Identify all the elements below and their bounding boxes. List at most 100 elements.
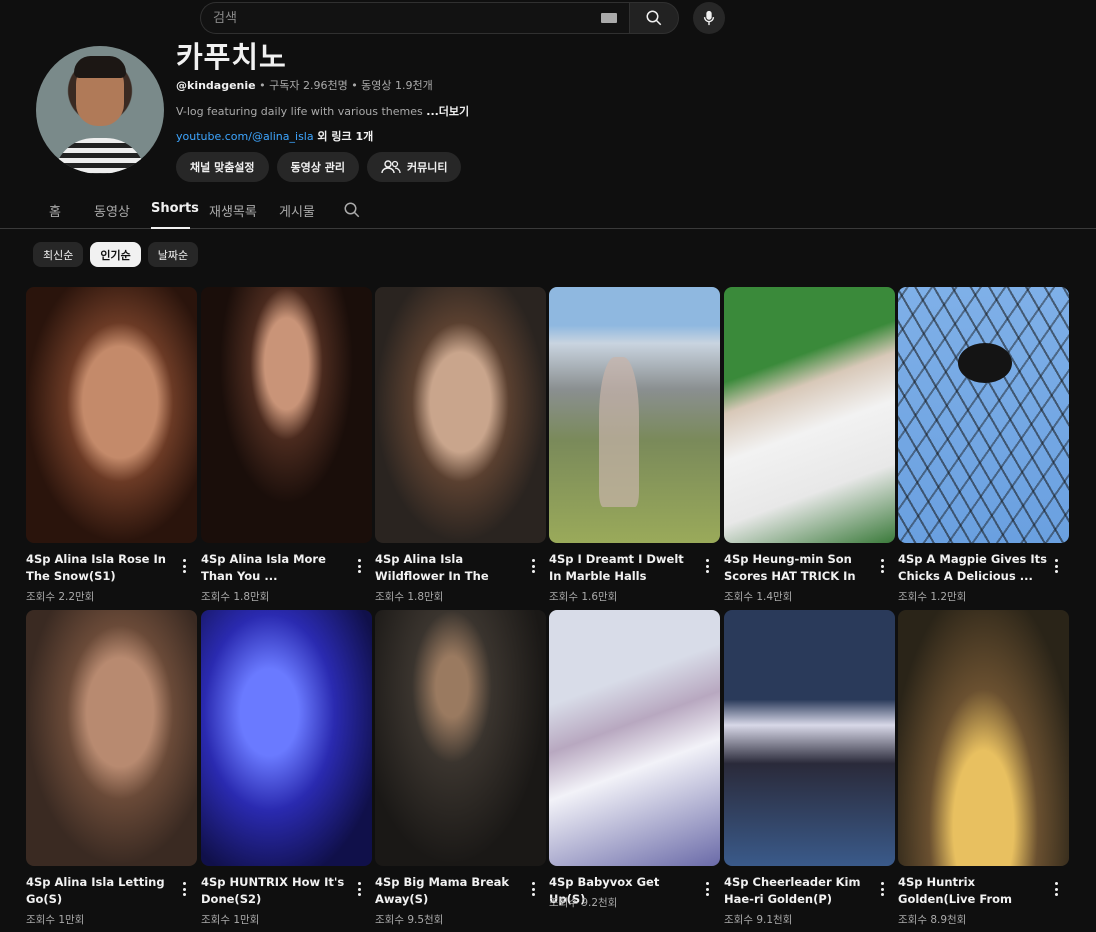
short-views: 조회수 1.8만회 — [201, 591, 270, 603]
tab-search-button[interactable] — [343, 201, 361, 223]
channel-stats: • 구독자 2.96천명 • 동영상 1.9천개 — [255, 79, 433, 92]
short-thumbnail[interactable] — [375, 610, 546, 866]
search-icon — [646, 10, 662, 26]
short-thumbnail[interactable] — [375, 287, 546, 543]
channel-tabs: 홈 동영상 Shorts 재생목록 게시물 — [0, 196, 1096, 229]
short-title[interactable]: 4Sp Alina Isla Letting Go(S) — [26, 874, 176, 908]
short-title[interactable]: 4Sp Cheerleader Kim Hae-ri Golden(P) — [724, 874, 874, 908]
more-actions-icon[interactable] — [701, 880, 713, 898]
short-thumbnail[interactable] — [549, 610, 720, 866]
short-thumbnail[interactable] — [724, 287, 895, 543]
search-input[interactable] — [213, 10, 573, 26]
short-card[interactable]: 4Sp Cheerleader Kim Hae-ri Golden(P) 조회수… — [724, 610, 895, 926]
short-views: 조회수 1.8만회 — [375, 591, 444, 603]
short-card[interactable]: 4Sp Alina Isla More Than You ... 조회수 1.8… — [201, 287, 372, 603]
community-label: 커뮤니티 — [407, 161, 448, 174]
short-views: 조회수 1만회 — [26, 914, 85, 926]
more-actions-icon[interactable] — [178, 557, 190, 575]
short-thumbnail[interactable] — [898, 287, 1069, 543]
short-thumbnail[interactable] — [201, 610, 372, 866]
short-views: 조회수 1만회 — [201, 914, 260, 926]
manage-videos-button[interactable]: 동영상 관리 — [276, 152, 359, 182]
more-actions-icon[interactable] — [1050, 880, 1062, 898]
active-tab-indicator — [151, 227, 190, 229]
search-box[interactable] — [200, 2, 629, 34]
sort-chips: 최신순 인기순 날짜순 — [33, 242, 199, 267]
short-views: 조회수 2.2만회 — [26, 591, 95, 603]
description-text: V-log featuring daily life with various … — [176, 105, 427, 118]
short-title[interactable]: 4Sp Alina Isla More Than You ... — [201, 551, 351, 585]
short-views: 조회수 1.2만회 — [898, 591, 967, 603]
short-title[interactable]: 4Sp Huntrix Golden(Live From Oscars S2) — [898, 874, 1048, 908]
short-card[interactable]: 4Sp Huntrix Golden(Live From Oscars S2) … — [898, 610, 1069, 926]
voice-search-button[interactable] — [693, 2, 725, 34]
more-actions-icon[interactable] — [701, 557, 713, 575]
microphone-icon — [703, 10, 715, 26]
channel-title: 카푸치노 — [176, 40, 287, 74]
short-title[interactable]: 4Sp Alina Isla Wildflower In The Rain(S1… — [375, 551, 525, 585]
short-title[interactable]: 4Sp I Dreamt I Dwelt In Marble Halls — [549, 551, 699, 585]
youtube-channel-page: 카푸치노 @kindagenie • 구독자 2.96천명 • 동영상 1.9천… — [0, 0, 1096, 932]
short-title[interactable]: 4Sp Heung-min Son Scores HAT TRICK In 1.… — [724, 551, 874, 585]
keyboard-icon[interactable] — [601, 13, 617, 23]
short-thumbnail[interactable] — [898, 610, 1069, 866]
channel-avatar[interactable] — [36, 46, 164, 174]
short-views: 조회수 1.6만회 — [549, 591, 618, 603]
more-actions-icon[interactable] — [178, 880, 190, 898]
short-title[interactable]: 4Sp A Magpie Gives Its Chicks A Deliciou… — [898, 551, 1048, 585]
short-title[interactable]: 4Sp HUNTRIX How It's Done(S2) — [201, 874, 351, 908]
short-views: 조회수 9.5천회 — [375, 914, 444, 926]
magpie-nest — [958, 343, 1012, 383]
more-actions-icon[interactable] — [1050, 557, 1062, 575]
short-views: 조회수 9.2천회 — [549, 897, 618, 909]
tab-playlists[interactable]: 재생목록 — [209, 201, 257, 220]
avatar-shirt — [54, 138, 146, 174]
short-card[interactable]: 4Sp Heung-min Son Scores HAT TRICK In 1.… — [724, 287, 895, 603]
search-button[interactable] — [629, 2, 679, 34]
chip-popular[interactable]: 인기순 — [90, 242, 141, 267]
channel-actions: 채널 맞춤설정 동영상 관리 커뮤니티 — [176, 152, 462, 182]
channel-meta: @kindagenie • 구독자 2.96천명 • 동영상 1.9천개 — [176, 77, 433, 93]
channel-link-extra[interactable]: 외 링크 1개 — [314, 130, 373, 143]
chip-oldest[interactable]: 날짜순 — [147, 242, 199, 267]
short-thumbnail[interactable] — [26, 287, 197, 543]
short-card[interactable]: 4Sp Alina Isla Letting Go(S) 조회수 1만회 — [26, 610, 197, 926]
channel-link-url[interactable]: youtube.com/@alina_isla — [176, 130, 314, 143]
tab-posts[interactable]: 게시물 — [279, 201, 315, 220]
channel-links[interactable]: youtube.com/@alina_isla 외 링크 1개 — [176, 128, 373, 144]
tab-shorts[interactable]: Shorts — [151, 201, 199, 216]
more-actions-icon[interactable] — [527, 557, 539, 575]
hiker-figure — [599, 357, 639, 507]
short-thumbnail[interactable] — [201, 287, 372, 543]
short-card[interactable]: 4Sp Babyvox Get Up(S) 조회수 9.2천회 — [549, 610, 720, 909]
tab-videos[interactable]: 동영상 — [94, 201, 130, 220]
short-views: 조회수 8.9천회 — [898, 914, 967, 926]
channel-description[interactable]: V-log featuring daily life with various … — [176, 103, 469, 119]
chip-latest[interactable]: 최신순 — [33, 242, 84, 267]
short-card[interactable]: 4Sp Big Mama Break Away(S) 조회수 9.5천회 — [375, 610, 546, 926]
short-views: 조회수 1.4만회 — [724, 591, 793, 603]
community-button[interactable]: 커뮤니티 — [367, 152, 462, 182]
short-thumbnail[interactable] — [26, 610, 197, 866]
tree-branches — [898, 287, 1069, 543]
search-icon — [344, 202, 360, 218]
more-actions-icon[interactable] — [876, 880, 888, 898]
more-actions-icon[interactable] — [353, 557, 365, 575]
short-card[interactable]: 4Sp Alina Isla Wildflower In The Rain(S1… — [375, 287, 546, 603]
more-actions-icon[interactable] — [876, 557, 888, 575]
customize-channel-button[interactable]: 채널 맞춤설정 — [176, 152, 269, 182]
short-card[interactable]: 4Sp A Magpie Gives Its Chicks A Deliciou… — [898, 287, 1069, 603]
short-title[interactable]: 4Sp Big Mama Break Away(S) — [375, 874, 525, 908]
short-thumbnail[interactable] — [549, 287, 720, 543]
search-bar — [200, 2, 725, 34]
short-title[interactable]: 4Sp Alina Isla Rose In The Snow(S1) — [26, 551, 176, 585]
short-card[interactable]: 4Sp I Dreamt I Dwelt In Marble Halls 조회수… — [549, 287, 720, 603]
short-card[interactable]: 4Sp Alina Isla Rose In The Snow(S1) 조회수 … — [26, 287, 197, 603]
short-thumbnail[interactable] — [724, 610, 895, 866]
more-link[interactable]: ...더보기 — [426, 105, 469, 118]
avatar-hair — [74, 56, 126, 78]
tab-home[interactable]: 홈 — [49, 201, 61, 220]
more-actions-icon[interactable] — [527, 880, 539, 898]
short-card[interactable]: 4Sp HUNTRIX How It's Done(S2) 조회수 1만회 — [201, 610, 372, 926]
more-actions-icon[interactable] — [353, 880, 365, 898]
